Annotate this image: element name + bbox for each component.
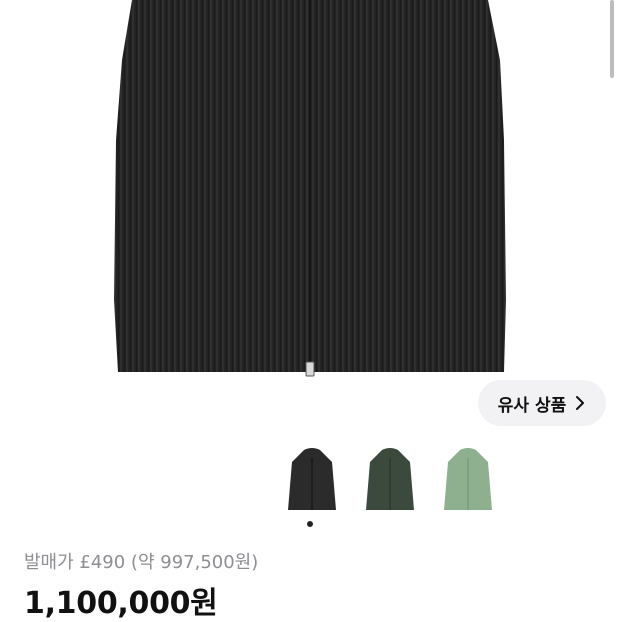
chevron-right-icon — [576, 396, 585, 410]
color-option-black[interactable] — [284, 448, 340, 512]
scrollbar[interactable] — [610, 0, 614, 78]
color-options — [0, 448, 620, 512]
product-image[interactable] — [0, 0, 620, 430]
price: 1,100,000원 — [24, 586, 218, 621]
color-option-sage-green[interactable] — [440, 448, 496, 512]
similar-products-button[interactable]: 유사 상품 — [478, 380, 606, 426]
carousel-indicator-dot[interactable] — [307, 521, 313, 527]
color-option-dark-green[interactable] — [362, 448, 418, 512]
original-price: 발매가 £490 (약 997,500원) — [24, 552, 259, 573]
jacket-illustration — [114, 0, 506, 377]
similar-products-label: 유사 상품 — [497, 395, 567, 416]
